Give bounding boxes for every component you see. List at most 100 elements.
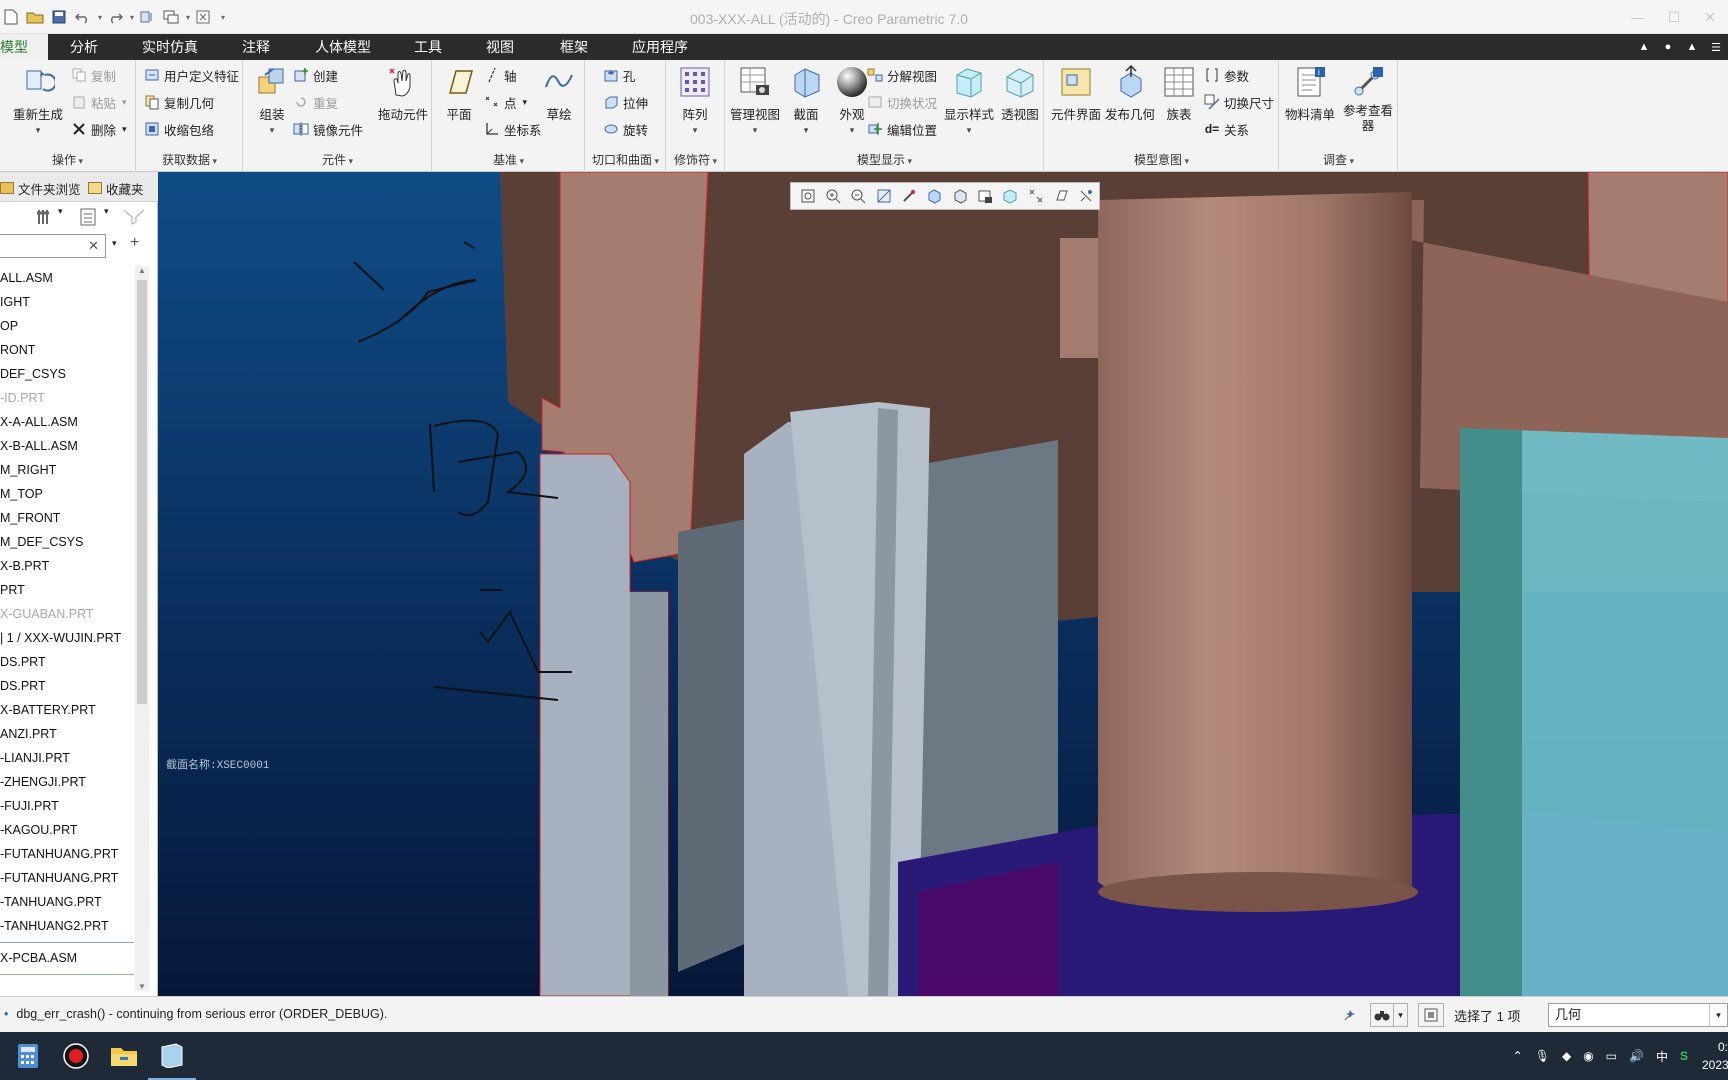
pattern-dropdown-icon[interactable]: ▾ bbox=[671, 125, 719, 136]
calculator-app-icon[interactable] bbox=[4, 1032, 52, 1080]
tree-item[interactable]: -TANHUANG.PRT bbox=[0, 890, 134, 914]
tree-settings-icon[interactable] bbox=[36, 208, 54, 226]
exploded-view-button[interactable]: 分解视图 bbox=[866, 64, 937, 86]
display-style-icon[interactable] bbox=[922, 185, 947, 207]
find-icon[interactable] bbox=[1370, 1003, 1394, 1027]
relations-button[interactable]: d= 关系 bbox=[1203, 118, 1249, 140]
group-cuts-surfaces-title[interactable]: 切口和曲面 bbox=[586, 151, 665, 168]
smart-select-icon[interactable] bbox=[1338, 1003, 1362, 1027]
spin-center-icon[interactable] bbox=[896, 185, 921, 207]
graphics-viewport[interactable]: 截面名称:XSEC0001 bbox=[158, 172, 1728, 996]
datum-plane-button[interactable]: 平面 bbox=[435, 64, 483, 146]
toggle-status-button[interactable]: 切换状况 bbox=[866, 91, 937, 113]
bom-button[interactable]: i 物料清单 bbox=[1282, 64, 1338, 146]
create-component-button[interactable]: 创建 bbox=[292, 64, 338, 86]
tab-applications[interactable]: 应用程序 bbox=[632, 34, 688, 60]
shrinkwrap-button[interactable]: 收缩包络 bbox=[143, 118, 214, 140]
tree-item[interactable]: M_DEF_CSYS bbox=[0, 530, 134, 554]
tree-item[interactable]: -FUJI.PRT bbox=[0, 794, 134, 818]
tree-item[interactable]: X-GUABAN.PRT bbox=[0, 602, 134, 626]
tree-item[interactable]: DS.PRT bbox=[0, 674, 134, 698]
windows-icon[interactable] bbox=[160, 7, 182, 27]
scroll-down-icon[interactable]: ▼ bbox=[138, 982, 146, 991]
tree-item[interactable]: PRT bbox=[0, 578, 134, 602]
group-operations-title[interactable]: 操作 bbox=[0, 151, 135, 168]
tree-item[interactable]: -ZHENGJI.PRT bbox=[0, 770, 134, 794]
perspective-view-icon[interactable] bbox=[998, 185, 1023, 207]
tab-live-simulation[interactable]: 实时仿真 bbox=[142, 34, 198, 60]
tree-item[interactable]: -FUTANHUANG.PRT bbox=[0, 866, 134, 890]
tree-item[interactable]: ALL.ASM bbox=[0, 266, 134, 290]
tree-search-input[interactable]: ✕ bbox=[0, 234, 106, 258]
collapse-ribbon-icon[interactable]: ▲ bbox=[1632, 41, 1656, 53]
tree-item[interactable]: -ID.PRT bbox=[0, 386, 134, 410]
sogou-ime-icon[interactable]: S bbox=[1680, 1049, 1688, 1063]
group-component-title[interactable]: 元件 bbox=[244, 151, 431, 168]
parameters-button[interactable]: 参数 bbox=[1203, 64, 1249, 86]
undo-icon[interactable] bbox=[72, 7, 94, 27]
tree-item[interactable]: -LIANJI.PRT bbox=[0, 746, 134, 770]
file-explorer-app-icon[interactable] bbox=[100, 1032, 148, 1080]
copy-button[interactable]: 复制 bbox=[70, 64, 116, 86]
clock[interactable]: 0: 2023 bbox=[1702, 1038, 1728, 1074]
assemble-dropdown-icon[interactable]: ▾ bbox=[248, 125, 296, 136]
group-get-data-title[interactable]: 获取数据 bbox=[137, 151, 242, 168]
extrude-button[interactable]: 拉伸 bbox=[602, 91, 648, 113]
qq-icon[interactable]: ◆ bbox=[1562, 1049, 1571, 1063]
group-datum-title[interactable]: 基准 bbox=[433, 151, 584, 168]
regenerate-dropdown-icon[interactable]: ▾ bbox=[10, 125, 66, 136]
tab-manikin[interactable]: 人体模型 bbox=[315, 34, 371, 60]
tree-item[interactable]: -FUTANHUANG.PRT bbox=[0, 842, 134, 866]
sketch-button[interactable]: 草绘 bbox=[535, 64, 583, 146]
microphone-icon[interactable]: 🎙 bbox=[1535, 1049, 1550, 1063]
tree-item[interactable]: X-B.PRT bbox=[0, 554, 134, 578]
learning-icon[interactable]: ▲ bbox=[1680, 41, 1704, 53]
filter-dropdown-icon[interactable]: ▾ bbox=[1709, 1004, 1727, 1026]
tree-scrollbar[interactable]: ▲ ▼ bbox=[135, 266, 149, 991]
switch-dimensions-button[interactable]: 切换尺寸 bbox=[1203, 91, 1274, 113]
view-manager-icon[interactable] bbox=[972, 185, 997, 207]
volume-icon[interactable]: 🔊 bbox=[1629, 1049, 1644, 1063]
reference-viewer-button[interactable]: 参考查看器 bbox=[1340, 64, 1396, 146]
show-hidden-icons-icon[interactable]: ⌃ bbox=[1513, 1049, 1523, 1063]
tree-settings-dropdown-icon[interactable]: ▾ bbox=[58, 206, 63, 217]
copy-geometry-button[interactable]: 复制几何 bbox=[143, 91, 214, 113]
windows-dropdown-icon[interactable]: ▾ bbox=[184, 7, 192, 27]
open-folder-icon[interactable] bbox=[24, 7, 46, 27]
clear-search-icon[interactable]: ✕ bbox=[88, 238, 99, 254]
add-icon[interactable]: + bbox=[130, 234, 139, 252]
assemble-button[interactable]: 组装 ▾ bbox=[248, 64, 296, 146]
save-icon[interactable] bbox=[48, 7, 70, 27]
spin-icon[interactable] bbox=[1074, 185, 1099, 207]
find-dropdown-icon[interactable]: ▾ bbox=[1394, 1003, 1408, 1027]
tree-item[interactable]: M_TOP bbox=[0, 482, 134, 506]
group-investigate-title[interactable]: 调查 bbox=[1280, 151, 1397, 168]
regenerate-icon[interactable] bbox=[136, 7, 158, 27]
tab-annotate[interactable]: 注释 bbox=[242, 34, 270, 60]
tree-item[interactable]: RONT bbox=[0, 338, 134, 362]
group-model-intent-title[interactable]: 模型意图 bbox=[1045, 151, 1278, 168]
tree-item[interactable]: M_FRONT bbox=[0, 506, 134, 530]
zoom-out-icon[interactable] bbox=[846, 185, 871, 207]
family-table-button[interactable]: 族表 bbox=[1155, 64, 1203, 146]
refit-icon[interactable] bbox=[795, 185, 820, 207]
coordinate-system-button[interactable]: 坐标系 bbox=[483, 118, 542, 140]
tab-framework[interactable]: 框架 bbox=[560, 34, 588, 60]
group-model-display-title[interactable]: 模型显示 bbox=[726, 151, 1043, 168]
edit-position-button[interactable]: 编辑位置 bbox=[866, 118, 937, 140]
tab-view[interactable]: 视图 bbox=[486, 34, 514, 60]
drag-component-button[interactable]: 拖动元件 bbox=[376, 64, 430, 146]
tree-scrollbar-thumb[interactable] bbox=[137, 280, 147, 704]
steam-icon[interactable]: ◉ bbox=[1583, 1049, 1593, 1063]
show-dropdown-icon[interactable]: ▾ bbox=[104, 206, 109, 217]
annotation-display-icon[interactable] bbox=[1048, 185, 1073, 207]
delete-button[interactable]: 删除 ▾ bbox=[70, 118, 127, 140]
tree-item[interactable]: IGHT bbox=[0, 290, 134, 314]
saved-orientations-icon[interactable] bbox=[947, 185, 972, 207]
publish-geometry-button[interactable]: 发布几何 bbox=[1103, 64, 1157, 146]
redo-dropdown-icon[interactable]: ▾ bbox=[128, 7, 136, 27]
tree-item[interactable]: X-BATTERY.PRT bbox=[0, 698, 134, 722]
tab-model[interactable]: 模型 bbox=[0, 34, 48, 60]
scroll-up-icon[interactable]: ▲ bbox=[138, 266, 146, 275]
screen-recorder-app-icon[interactable] bbox=[52, 1032, 100, 1080]
